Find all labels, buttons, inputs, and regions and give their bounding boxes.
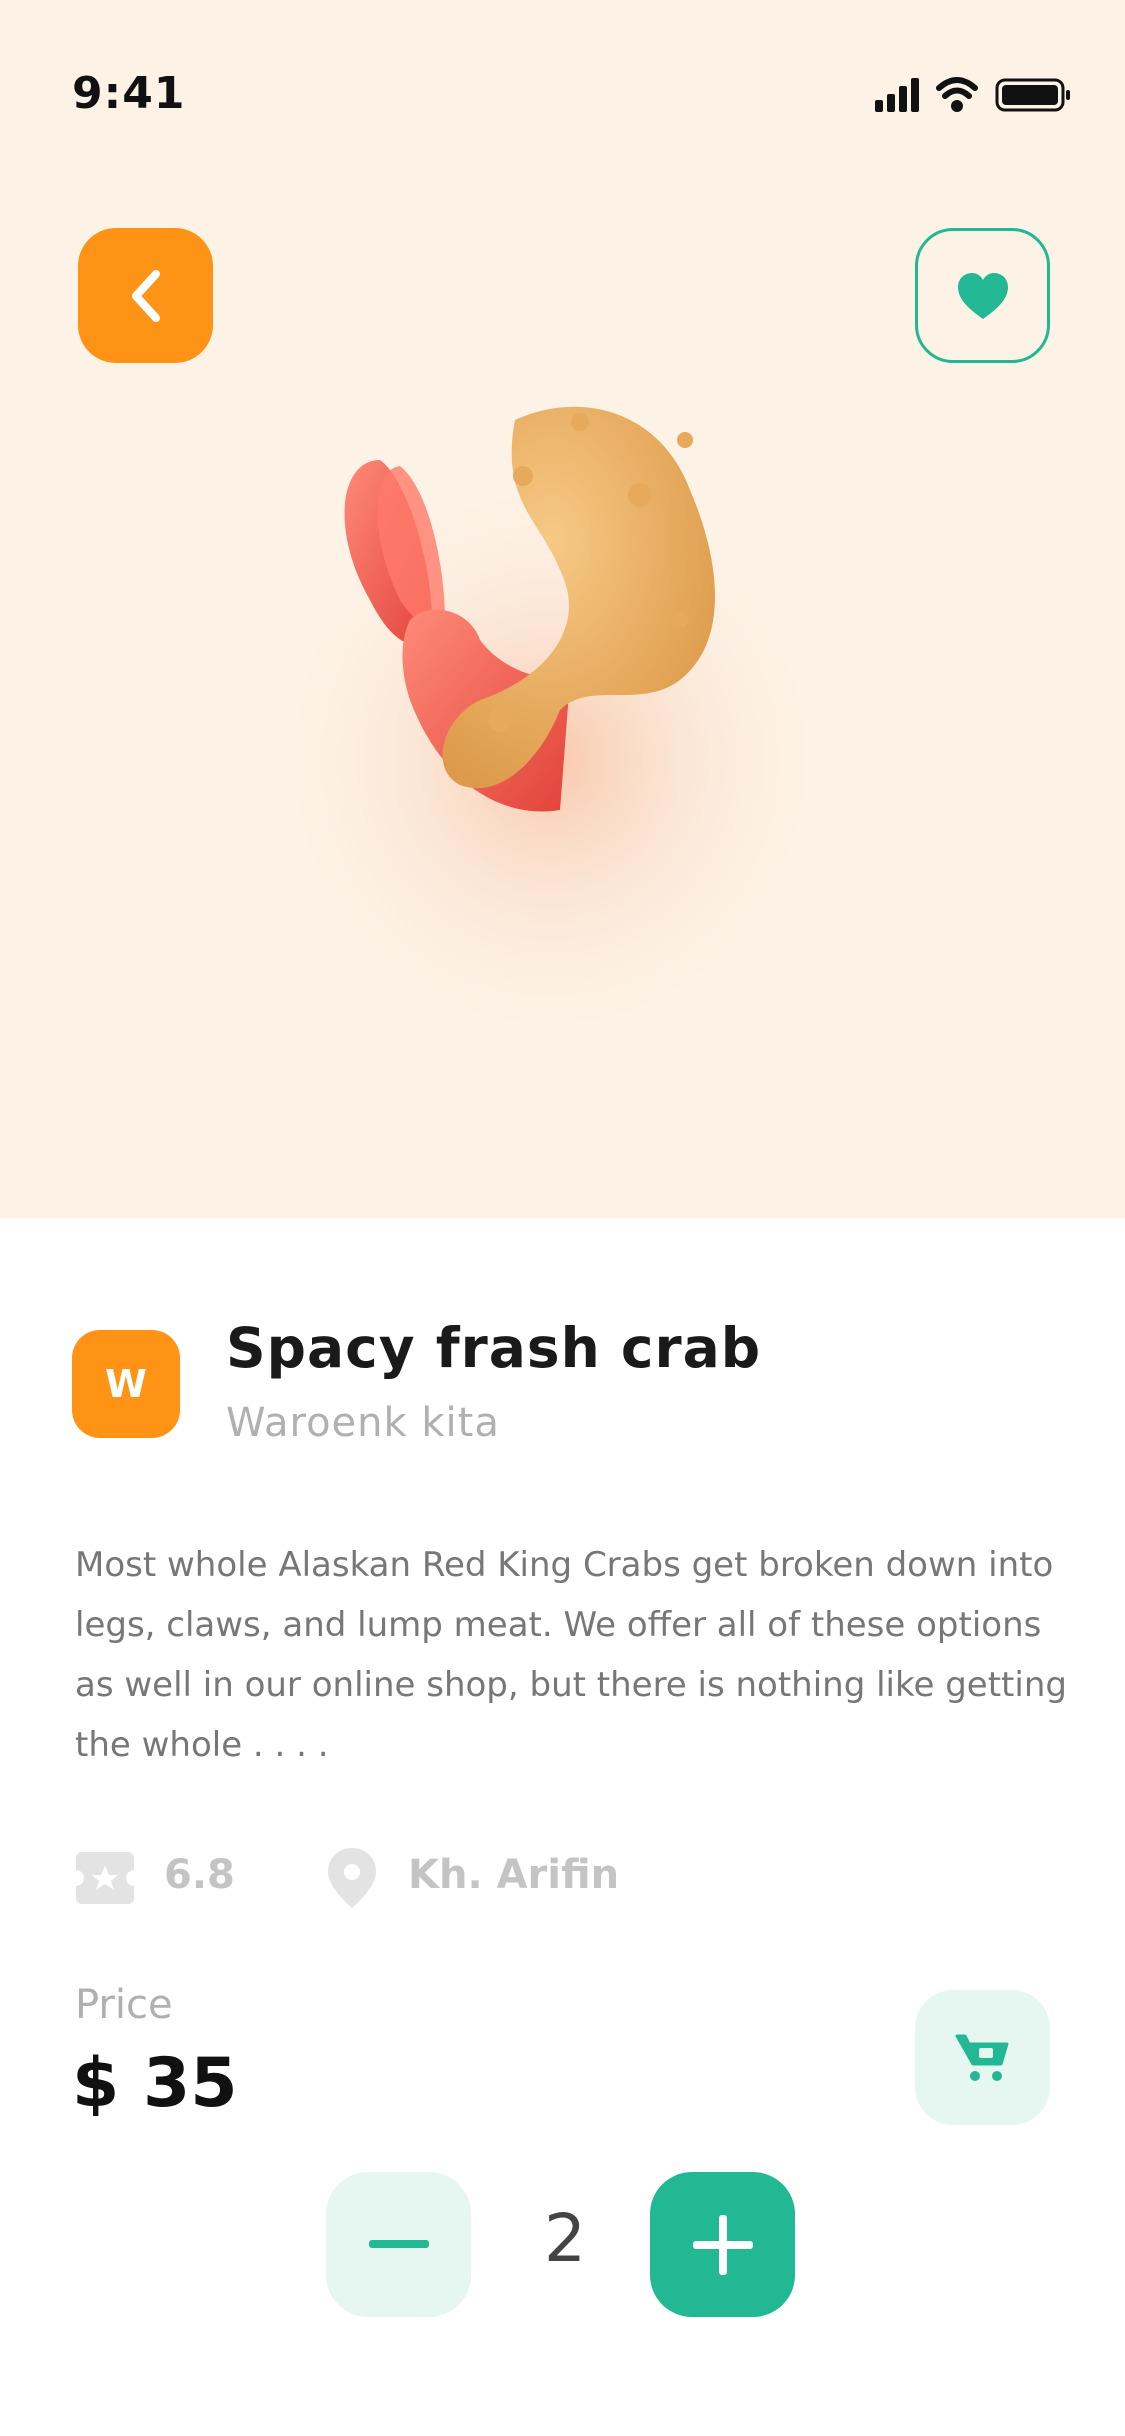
back-chevron-icon <box>131 269 160 322</box>
status-time: 9:41 <box>72 68 186 119</box>
vendor-logo: W <box>72 1330 180 1438</box>
price-label: Price <box>75 1982 173 2028</box>
quantity-value: 2 <box>544 2200 586 2277</box>
ticket-star-icon <box>76 1852 134 1904</box>
location-pin-icon <box>328 1848 376 1908</box>
favorite-button[interactable] <box>915 228 1050 363</box>
cart-icon <box>955 2034 1008 2081</box>
battery-icon <box>995 78 1070 112</box>
decrease-quantity-button[interactable] <box>326 2172 471 2317</box>
signal-icon <box>875 78 919 112</box>
back-button[interactable] <box>78 228 213 363</box>
add-to-cart-button[interactable] <box>915 1990 1050 2125</box>
price-value: $ 35 <box>72 2044 238 2123</box>
location-text: Kh. Arifin <box>408 1852 620 1898</box>
status-icons <box>875 77 1070 112</box>
rating-value: 6.8 <box>164 1852 235 1898</box>
heart-icon <box>957 272 1008 319</box>
increase-quantity-button[interactable] <box>650 2172 795 2317</box>
minus-icon <box>368 2239 429 2248</box>
product-description: Most whole Alaskan Red King Crabs get br… <box>75 1545 1067 1765</box>
vendor-name[interactable]: Waroenk kita <box>226 1400 500 1446</box>
product-name: Spacy frash crab <box>226 1316 762 1380</box>
food-image <box>260 406 840 1060</box>
wifi-icon <box>936 77 978 112</box>
plus-icon <box>692 2214 753 2275</box>
